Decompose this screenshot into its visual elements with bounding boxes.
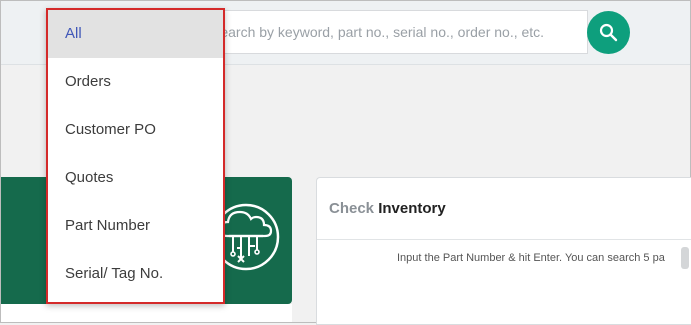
check-inventory-panel: Check Inventory Input the Part Number & … <box>316 177 691 325</box>
search-button[interactable] <box>587 11 630 54</box>
dropdown-option-quotes[interactable]: Quotes <box>48 154 223 202</box>
dropdown-option-orders[interactable]: Orders <box>48 58 223 106</box>
search-icon <box>599 23 618 42</box>
dropdown-option-serial-tag[interactable]: Serial/ Tag No. <box>48 250 223 298</box>
dropdown-option-part-number[interactable]: Part Number <box>48 202 223 250</box>
inventory-hint: Input the Part Number & hit Enter. You c… <box>397 252 665 264</box>
bottom-strip <box>1 304 292 322</box>
search-input[interactable] <box>207 11 581 53</box>
dropdown-options: All Orders Customer PO Quotes Part Numbe… <box>48 10 223 298</box>
panel-header: Check Inventory <box>317 178 691 240</box>
panel-title-strong: Inventory <box>378 200 446 217</box>
panel-title-muted: Check <box>329 200 375 217</box>
dropdown-option-all[interactable]: All <box>48 10 223 58</box>
scrollbar-thumb[interactable] <box>681 247 689 269</box>
dropdown-option-customer-po[interactable]: Customer PO <box>48 106 223 154</box>
panel-title: Check Inventory <box>329 200 446 217</box>
search-scope-dropdown[interactable]: All Orders Customer PO Quotes Part Numbe… <box>46 8 225 304</box>
